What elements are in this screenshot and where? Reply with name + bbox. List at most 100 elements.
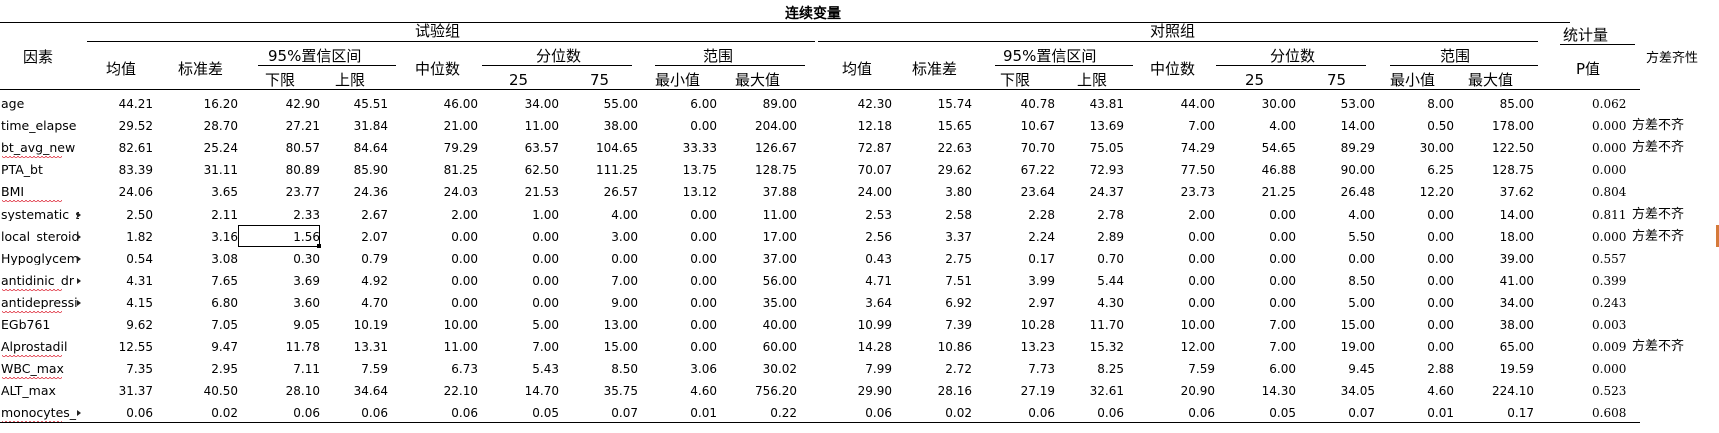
trial-cell[interactable]: 1.82 [83, 231, 153, 243]
trial-cell[interactable]: 12.55 [83, 341, 153, 353]
control-cell[interactable]: 2.75 [902, 253, 972, 265]
trial-cell[interactable]: 0.00 [647, 253, 717, 265]
control-cell[interactable]: 4.00 [1305, 209, 1375, 221]
trial-cell[interactable]: 0.22 [727, 407, 797, 419]
control-cell[interactable]: 14.00 [1464, 209, 1534, 221]
trial-cell[interactable]: 0.00 [408, 275, 478, 287]
trial-cell[interactable]: 45.51 [318, 98, 388, 110]
trial-cell[interactable]: 0.00 [647, 319, 717, 331]
control-cell[interactable]: 2.72 [902, 363, 972, 375]
row-label[interactable]: local_steroid [1, 231, 79, 244]
control-cell[interactable]: 4.71 [822, 275, 892, 287]
p-value-cell[interactable]: 0.000 [1592, 363, 1626, 375]
row-label[interactable]: PTA_bt [1, 164, 79, 177]
trial-cell[interactable]: 0.00 [489, 275, 559, 287]
trial-cell[interactable]: 81.25 [408, 164, 478, 176]
control-cell[interactable]: 2.56 [822, 231, 892, 243]
control-cell[interactable]: 54.65 [1226, 142, 1296, 154]
trial-cell[interactable]: 89.00 [727, 98, 797, 110]
control-cell[interactable]: 10.28 [985, 319, 1055, 331]
trial-cell[interactable]: 6.00 [647, 98, 717, 110]
trial-cell[interactable]: 14.70 [489, 385, 559, 397]
control-cell[interactable]: 0.00 [1384, 275, 1454, 287]
control-cell[interactable]: 15.65 [902, 120, 972, 132]
control-cell[interactable]: 0.00 [1226, 231, 1296, 243]
trial-cell[interactable]: 28.70 [168, 120, 238, 132]
control-cell[interactable]: 2.58 [902, 209, 972, 221]
control-cell[interactable]: 21.25 [1226, 186, 1296, 198]
trial-cell[interactable]: 204.00 [727, 120, 797, 132]
trial-cell[interactable]: 3.06 [647, 363, 717, 375]
trial-cell[interactable]: 27.21 [250, 120, 320, 132]
control-cell[interactable]: 28.16 [902, 385, 972, 397]
control-cell[interactable]: 37.62 [1464, 186, 1534, 198]
control-cell[interactable]: 178.00 [1464, 120, 1534, 132]
trial-cell[interactable]: 31.37 [83, 385, 153, 397]
trial-cell[interactable]: 0.00 [489, 297, 559, 309]
control-cell[interactable]: 19.59 [1464, 363, 1534, 375]
trial-cell[interactable]: 7.05 [168, 319, 238, 331]
trial-cell[interactable]: 22.10 [408, 385, 478, 397]
control-cell[interactable]: 22.63 [902, 142, 972, 154]
trial-cell[interactable]: 2.07 [318, 231, 388, 243]
row-label[interactable]: antidinic_dr [1, 275, 79, 288]
trial-cell[interactable]: 60.00 [727, 341, 797, 353]
trial-cell[interactable]: 128.75 [727, 164, 797, 176]
trial-cell[interactable]: 56.00 [727, 275, 797, 287]
selected-cell[interactable] [238, 225, 320, 247]
control-cell[interactable]: 5.50 [1305, 231, 1375, 243]
trial-cell[interactable]: 9.05 [250, 319, 320, 331]
row-label[interactable]: EGb761 [1, 319, 79, 332]
row-label[interactable]: systematic_s [1, 209, 79, 222]
trial-cell[interactable]: 24.36 [318, 186, 388, 198]
control-cell[interactable]: 44.00 [1145, 98, 1215, 110]
trial-cell[interactable]: 15.00 [568, 341, 638, 353]
trial-cell[interactable]: 6.73 [408, 363, 478, 375]
row-label[interactable]: Hypoglycem [1, 253, 79, 266]
control-cell[interactable]: 0.00 [1384, 253, 1454, 265]
control-cell[interactable]: 85.00 [1464, 98, 1534, 110]
variance-note-cell[interactable]: 方差不齐 [1632, 119, 1684, 132]
control-cell[interactable]: 20.90 [1145, 385, 1215, 397]
trial-cell[interactable]: 4.00 [568, 209, 638, 221]
trial-cell[interactable]: 3.60 [250, 297, 320, 309]
trial-cell[interactable]: 33.33 [647, 142, 717, 154]
control-cell[interactable]: 4.30 [1054, 297, 1124, 309]
control-cell[interactable]: 6.25 [1384, 164, 1454, 176]
control-cell[interactable]: 0.01 [1384, 407, 1454, 419]
control-cell[interactable]: 0.00 [1384, 209, 1454, 221]
row-label[interactable]: ALT_max [1, 385, 79, 398]
p-value-cell[interactable]: 0.000 [1592, 231, 1626, 243]
trial-cell[interactable]: 7.11 [250, 363, 320, 375]
control-cell[interactable]: 0.00 [1145, 297, 1215, 309]
control-cell[interactable]: 0.06 [1054, 407, 1124, 419]
control-cell[interactable]: 8.50 [1305, 275, 1375, 287]
variance-note-cell[interactable]: 方差不齐 [1632, 208, 1684, 221]
control-cell[interactable]: 12.00 [1145, 341, 1215, 353]
control-cell[interactable]: 41.00 [1464, 275, 1534, 287]
trial-cell[interactable]: 3.69 [250, 275, 320, 287]
control-cell[interactable]: 2.89 [1054, 231, 1124, 243]
control-cell[interactable]: 0.06 [822, 407, 892, 419]
trial-cell[interactable]: 63.57 [489, 142, 559, 154]
control-cell[interactable]: 13.69 [1054, 120, 1124, 132]
trial-cell[interactable]: 21.00 [408, 120, 478, 132]
control-cell[interactable]: 72.93 [1054, 164, 1124, 176]
control-cell[interactable]: 24.37 [1054, 186, 1124, 198]
variance-note-cell[interactable]: 方差不齐 [1632, 230, 1684, 243]
control-cell[interactable]: 7.00 [1226, 319, 1296, 331]
control-cell[interactable]: 7.51 [902, 275, 972, 287]
control-cell[interactable]: 26.48 [1305, 186, 1375, 198]
trial-cell[interactable]: 2.50 [83, 209, 153, 221]
trial-cell[interactable]: 42.90 [250, 98, 320, 110]
control-cell[interactable]: 5.00 [1305, 297, 1375, 309]
control-cell[interactable]: 10.00 [1145, 319, 1215, 331]
control-cell[interactable]: 72.87 [822, 142, 892, 154]
trial-cell[interactable]: 0.00 [568, 253, 638, 265]
trial-cell[interactable]: 40.00 [727, 319, 797, 331]
control-cell[interactable]: 3.64 [822, 297, 892, 309]
trial-cell[interactable]: 8.50 [568, 363, 638, 375]
trial-cell[interactable]: 7.00 [568, 275, 638, 287]
control-cell[interactable]: 2.28 [985, 209, 1055, 221]
trial-cell[interactable]: 111.25 [568, 164, 638, 176]
